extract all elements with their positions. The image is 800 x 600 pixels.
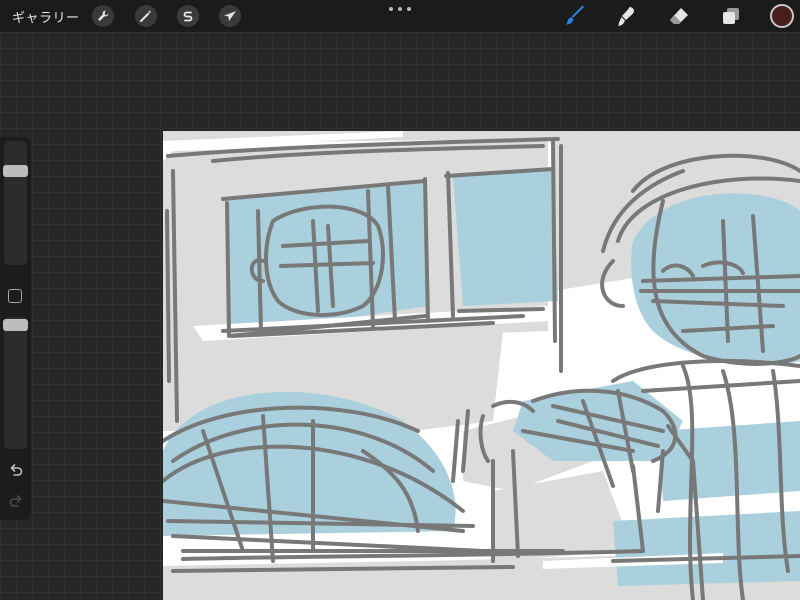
- brush-tool-button[interactable]: [563, 4, 587, 28]
- drawing-canvas[interactable]: [163, 131, 800, 600]
- layers-icon: [723, 8, 739, 24]
- eraser-tool-button[interactable]: [667, 4, 691, 28]
- magic-wand-icon: [140, 10, 152, 22]
- brush-sidebar: [0, 137, 31, 520]
- wrench-icon: [98, 10, 109, 21]
- color-picker-button[interactable]: [770, 4, 794, 28]
- adjustments-button[interactable]: [135, 5, 157, 27]
- selection-s-icon: [183, 11, 193, 22]
- transform-button[interactable]: [219, 5, 241, 27]
- opacity-slider[interactable]: [4, 317, 27, 449]
- redo-icon[interactable]: [8, 493, 24, 509]
- arrow-cursor-icon: [224, 11, 236, 21]
- brush-size-slider[interactable]: [4, 141, 27, 265]
- more-dots-icon: [389, 7, 393, 11]
- undo-icon[interactable]: [8, 462, 24, 478]
- more-options-button[interactable]: [386, 3, 414, 15]
- opacity-thumb[interactable]: [3, 319, 28, 331]
- smudge-tool-button[interactable]: [615, 4, 639, 28]
- brush-icon: [566, 5, 584, 25]
- actions-button[interactable]: [92, 5, 114, 27]
- brush-size-thumb[interactable]: [3, 164, 28, 177]
- sketch-artwork: [163, 131, 800, 600]
- eraser-icon: [670, 8, 688, 24]
- selection-button[interactable]: [177, 5, 199, 27]
- layers-button[interactable]: [719, 4, 743, 28]
- smudge-icon: [618, 7, 634, 26]
- square-icon[interactable]: [8, 289, 22, 303]
- top-toolbar: ギャラリー: [0, 0, 800, 32]
- gallery-button[interactable]: ギャラリー: [12, 7, 80, 26]
